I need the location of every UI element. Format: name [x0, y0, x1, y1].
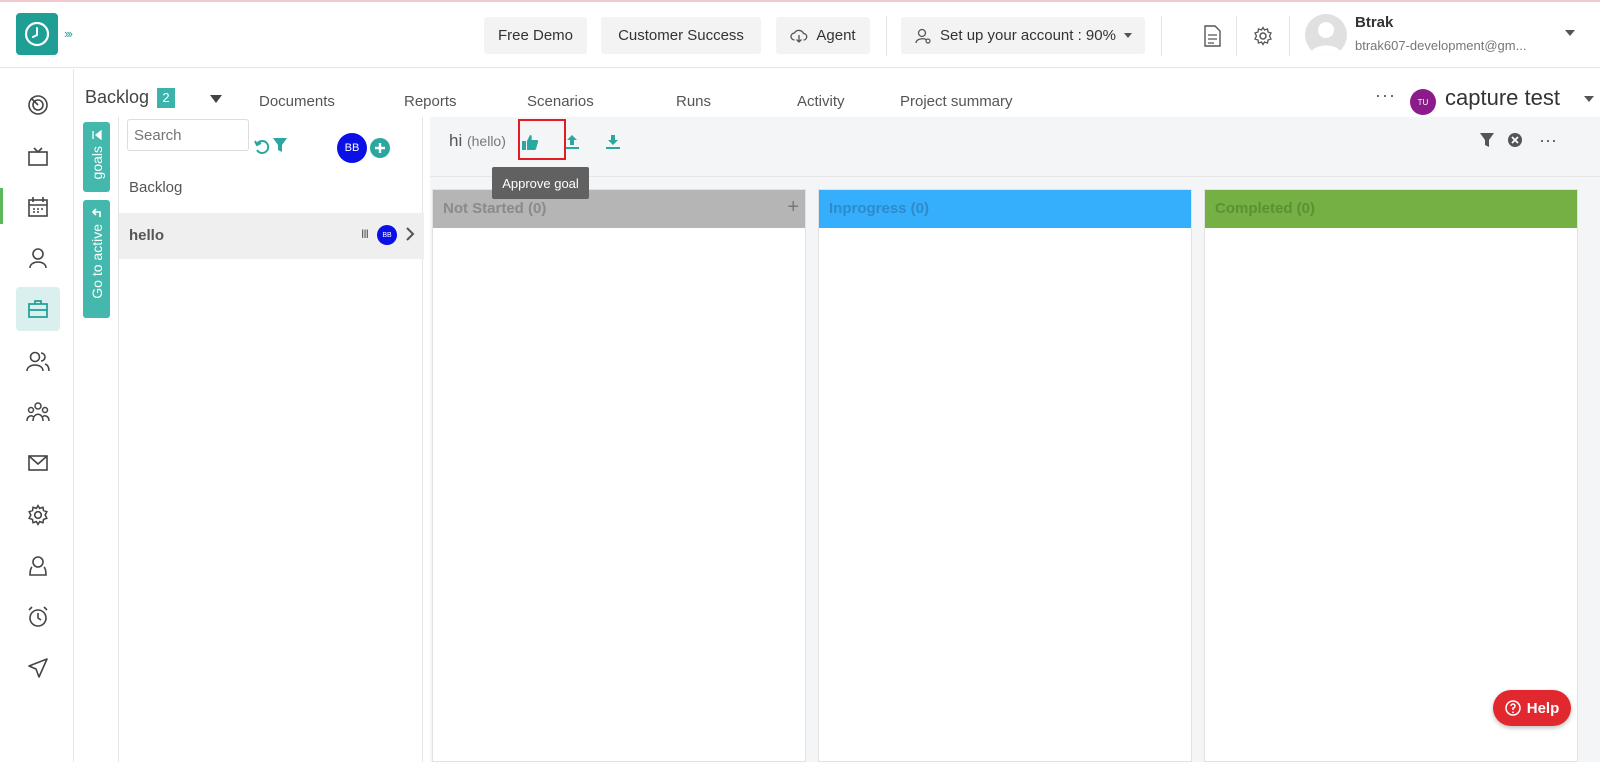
filter-icon[interactable]: [1476, 129, 1498, 151]
goals-side-tab-label: goals: [88, 146, 105, 180]
briefcase-icon[interactable]: [16, 287, 60, 331]
user-icon[interactable]: [16, 236, 60, 280]
dashboard-icon[interactable]: [16, 83, 60, 127]
more-options-icon[interactable]: ···: [1375, 85, 1396, 106]
agent-button[interactable]: Agent: [776, 17, 870, 54]
expand-menu-icon[interactable]: ›››: [64, 26, 73, 41]
approve-highlight-box: [518, 119, 566, 160]
tab-runs[interactable]: Runs: [676, 93, 711, 110]
divider: [886, 16, 887, 56]
assignee-avatar[interactable]: BB: [337, 133, 367, 163]
collapse-icon: [91, 130, 102, 140]
column-title: Completed (0): [1215, 200, 1316, 217]
tab-reports[interactable]: Reports: [404, 93, 457, 110]
user-name: Btrak: [1355, 14, 1394, 31]
reset-icon[interactable]: [254, 139, 270, 155]
add-task-icon[interactable]: +: [787, 196, 799, 219]
divider: [1289, 16, 1290, 56]
settings-icon[interactable]: [16, 493, 60, 537]
goal-title-text: hi: [449, 131, 463, 150]
free-demo-button[interactable]: Free Demo: [484, 17, 587, 54]
tab-backlog[interactable]: Backlog 2: [85, 87, 176, 108]
user-email: btrak607-development@gm...: [1355, 38, 1527, 53]
gear-icon[interactable]: [1251, 24, 1275, 48]
goal-board: hi (hello) ··· Not Started (0) + Inprogr…: [430, 117, 1600, 762]
tv-icon[interactable]: [16, 135, 60, 179]
filter-icon[interactable]: [272, 137, 288, 153]
column-header: Not Started (0) +: [433, 190, 805, 228]
calendar-icon[interactable]: [16, 185, 60, 229]
help-button[interactable]: Help: [1493, 690, 1571, 726]
chevron-right-icon[interactable]: [405, 227, 415, 241]
approve-goal-tooltip: Approve goal: [492, 167, 589, 199]
app-logo[interactable]: [16, 13, 58, 55]
go-to-active-side-tab[interactable]: Go to active: [83, 200, 110, 318]
goals-list-panel: BB Backlog hello III BB: [118, 117, 424, 762]
return-arrow-icon: [91, 208, 101, 217]
column-completed: Completed (0): [1204, 189, 1578, 762]
project-avatar: TU: [1410, 89, 1436, 115]
profile-icon[interactable]: [16, 544, 60, 588]
agent-label: Agent: [816, 27, 856, 44]
free-demo-label: Free Demo: [497, 27, 574, 44]
top-bar: ››› Free Demo Customer Success Agent Set…: [0, 2, 1600, 68]
document-icon[interactable]: [1200, 24, 1224, 48]
list-section-header: Backlog: [129, 179, 183, 196]
tab-project-summary[interactable]: Project summary: [900, 93, 1013, 110]
tab-backlog-label: Backlog: [85, 87, 150, 107]
user-avatar[interactable]: [1305, 14, 1347, 56]
user-settings-icon: [915, 28, 931, 44]
column-header: Inprogress (0): [819, 190, 1191, 228]
customer-success-label: Customer Success: [618, 27, 744, 44]
goal-name: hello: [129, 227, 165, 244]
project-tabs: Backlog 2 Documents Reports Scenarios Ru…: [75, 69, 1600, 117]
column-inprogress: Inprogress (0): [818, 189, 1192, 762]
setup-account-button[interactable]: Set up your account : 90%: [901, 17, 1145, 54]
goal-title: hi (hello): [449, 131, 506, 151]
setup-account-label: Set up your account : 90%: [940, 27, 1116, 44]
active-indicator: [0, 188, 3, 224]
divider: [1236, 16, 1237, 56]
caret-down-icon[interactable]: [210, 95, 222, 103]
caret-down-icon[interactable]: [1584, 96, 1594, 102]
divider: [1161, 16, 1162, 56]
goal-owner-avatar: BB: [377, 225, 397, 245]
search-input[interactable]: [127, 119, 249, 151]
column-not-started: Not Started (0) +: [432, 189, 806, 762]
clock-icon: [24, 21, 50, 47]
goals-side-tab[interactable]: goals: [83, 122, 110, 192]
backlog-count-badge: 2: [157, 87, 176, 108]
tab-documents[interactable]: Documents: [259, 93, 335, 110]
column-title: Not Started (0): [443, 200, 547, 217]
clear-filter-icon[interactable]: [1504, 129, 1526, 151]
left-nav-rail: [0, 69, 74, 762]
caret-down-icon: [1123, 33, 1132, 38]
customer-success-button[interactable]: Customer Success: [601, 17, 761, 54]
send-icon[interactable]: [16, 646, 60, 690]
alarm-clock-icon[interactable]: [16, 595, 60, 639]
tab-scenarios[interactable]: Scenarios: [527, 93, 594, 110]
tab-activity[interactable]: Activity: [797, 93, 845, 110]
goal-status-bars: III: [361, 227, 369, 241]
goal-list-item[interactable]: hello III BB: [119, 213, 424, 259]
team-icon[interactable]: [16, 390, 60, 434]
help-label: Help: [1526, 699, 1560, 717]
more-options-icon[interactable]: ···: [1537, 129, 1559, 151]
goal-subtitle: (hello): [466, 133, 506, 149]
help-icon: [1504, 700, 1521, 716]
column-header: Completed (0): [1205, 190, 1577, 228]
users-icon[interactable]: [16, 339, 60, 383]
cloud-download-icon: [790, 29, 808, 43]
mail-icon[interactable]: [16, 441, 60, 485]
column-title: Inprogress (0): [829, 200, 930, 217]
caret-down-icon[interactable]: [1565, 30, 1575, 36]
add-circle-icon[interactable]: [370, 138, 390, 158]
go-to-active-label: Go to active: [88, 224, 105, 299]
goal-header: hi (hello) ···: [430, 117, 1600, 177]
download-icon[interactable]: [600, 129, 626, 155]
project-name[interactable]: capture test: [1445, 85, 1560, 111]
